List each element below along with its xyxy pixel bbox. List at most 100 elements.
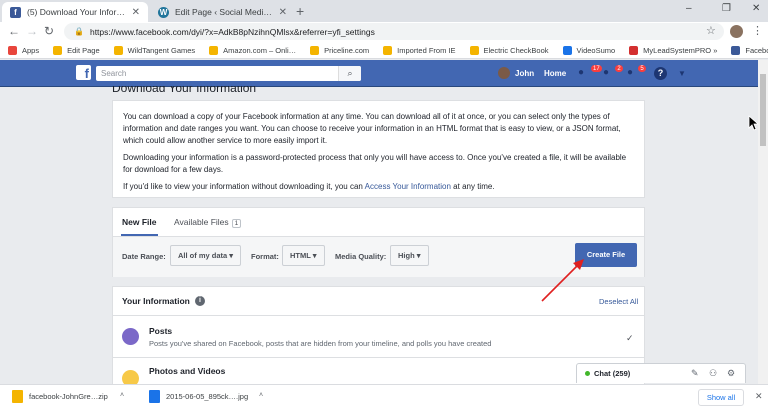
facebook-top-bar: f Search ⌕ John Home ● 17 ● 2 ● 5 ? ▼ xyxy=(0,60,758,87)
chat-label: Chat (259) xyxy=(594,369,631,378)
page-title-container: Download Your Information xyxy=(112,86,645,96)
account-menu-caret-icon[interactable]: ▼ xyxy=(678,69,686,78)
date-range-select[interactable]: All of my data ▾ xyxy=(170,245,242,266)
gear-icon[interactable]: ⚙ xyxy=(727,368,735,379)
bookmark-item[interactable]: WildTangent Games xyxy=(113,45,196,55)
page-icon xyxy=(310,45,320,55)
bookmark-item[interactable]: Priceline.com xyxy=(310,45,369,55)
profile-avatar[interactable] xyxy=(730,25,743,38)
home-link[interactable]: Home xyxy=(544,69,566,78)
bookmark-star-icon[interactable]: ☆ xyxy=(706,24,716,37)
bookmark-label: WildTangent Games xyxy=(127,45,196,55)
bookmark-label: Edit Page xyxy=(67,45,100,55)
close-tab-icon[interactable]: ✕ xyxy=(132,7,140,18)
address-bar[interactable]: 🔒 https://www.facebook.com/dyi/?x=AdkB8p… xyxy=(64,23,724,40)
your-information-title: Your Information xyxy=(122,296,190,306)
bookmark-item[interactable]: VideoSumo xyxy=(562,45,616,55)
category-name: Photos and Videos xyxy=(149,366,226,376)
bookmark-item[interactable]: Imported From IE xyxy=(383,45,456,55)
list-item-posts[interactable]: Posts Posts you've shared on Facebook, p… xyxy=(113,316,644,356)
tab-available-files[interactable]: Available Files 1 xyxy=(174,217,242,228)
browser-toolbar: ← → ↻ 🔒 https://www.facebook.com/dyi/?x=… xyxy=(0,22,768,42)
bookmark-label: MyLeadSystemPRO » xyxy=(643,45,718,55)
info-icon[interactable]: i xyxy=(195,296,205,306)
bookmark-label: VideoSumo xyxy=(576,45,616,55)
download-item-zip[interactable]: facebook-JohnGre…zip xyxy=(12,390,108,403)
red-arrow-annotation xyxy=(541,259,584,302)
group-icon[interactable]: ⚇ xyxy=(709,368,717,379)
intro-paragraph: Downloading your information is a passwo… xyxy=(123,153,627,174)
bookmark-item[interactable]: Edit Page xyxy=(53,45,100,55)
forward-button[interactable]: → xyxy=(26,24,38,38)
bookmark-item[interactable]: Facebook xyxy=(731,45,768,55)
notifications-badge: 5 xyxy=(637,64,647,73)
browser-tab-strip: f (5) Download Your Information ✕ W Edit… xyxy=(0,0,768,22)
messages-badge: 2 xyxy=(614,64,624,73)
scrollbar-thumb[interactable] xyxy=(760,74,766,146)
tab-edit-page[interactable]: W Edit Page ‹ Social Media Profits — ✕ xyxy=(150,2,295,22)
access-your-information-link[interactable]: Access Your Information xyxy=(365,182,451,191)
close-tab-icon[interactable]: ✕ xyxy=(279,7,287,18)
bookmark-label: Apps xyxy=(22,45,40,55)
download-options-caret-icon[interactable]: ˄ xyxy=(259,392,263,399)
chat-bar[interactable]: Chat (259) ✎ ⚇ ⚙ xyxy=(576,363,746,383)
tab-title: Edit Page ‹ Social Media Profits — xyxy=(175,7,273,17)
download-filename: 2015-06-05_895ck….jpg xyxy=(166,392,249,401)
bookmarks-bar: Apps Edit Page WildTangent Games Amazon.com… xyxy=(0,42,768,59)
bookmark-item[interactable]: MyLeadSystemPRO » xyxy=(629,45,718,55)
facebook-logo[interactable]: f xyxy=(76,65,91,81)
compose-icon[interactable]: ✎ xyxy=(691,368,699,379)
format-label: Format: xyxy=(251,252,279,261)
bookmark-label: Amazon.com – Onli… xyxy=(223,45,297,55)
download-options-caret-icon[interactable]: ˄ xyxy=(120,392,124,399)
posts-icon xyxy=(122,328,139,345)
help-icon[interactable]: ? xyxy=(654,67,667,80)
bookmark-item[interactable]: Amazon.com – Onli… xyxy=(209,45,297,55)
page-title: Download Your Information xyxy=(112,86,257,95)
page-icon xyxy=(209,45,219,55)
close-shelf-icon[interactable]: ✕ xyxy=(755,391,763,402)
new-tab-button[interactable]: + xyxy=(296,3,304,19)
image-file-icon xyxy=(149,390,160,403)
minimize-button[interactable]: – xyxy=(686,3,692,14)
zip-file-icon xyxy=(12,390,23,403)
deselect-all-link[interactable]: Deselect All xyxy=(599,297,638,306)
tab-new-file[interactable]: New File xyxy=(122,217,156,227)
maximize-button[interactable]: ❐ xyxy=(722,3,731,14)
lock-icon: 🔒 xyxy=(74,27,84,36)
apps-grid-icon xyxy=(8,45,17,55)
avatar[interactable] xyxy=(498,67,510,79)
reload-button[interactable]: ↻ xyxy=(44,24,54,38)
videosumo-icon xyxy=(562,45,572,55)
media-quality-select[interactable]: High ▾ xyxy=(390,245,429,266)
friend-requests-badge: 17 xyxy=(590,64,603,73)
format-select[interactable]: HTML ▾ xyxy=(282,245,325,266)
bookmark-label: Imported From IE xyxy=(397,45,456,55)
mouse-cursor-icon xyxy=(748,115,760,131)
bookmark-item[interactable]: Electric CheckBook xyxy=(469,45,549,55)
profile-link[interactable]: John xyxy=(515,69,534,78)
download-shelf: facebook-JohnGre…zip ˄ 2015-06-05_895ck…… xyxy=(0,384,768,409)
media-quality-label: Media Quality: xyxy=(335,252,387,261)
download-item-jpg[interactable]: 2015-06-05_895ck….jpg xyxy=(149,390,248,403)
back-button[interactable]: ← xyxy=(8,24,20,38)
category-description: Posts you've shared on Facebook, posts t… xyxy=(149,339,492,348)
page-icon xyxy=(469,45,479,55)
bookmark-label: Facebook xyxy=(745,45,768,55)
facebook-icon: f xyxy=(10,6,21,18)
folder-icon xyxy=(383,45,393,55)
tab-title: (5) Download Your Information xyxy=(27,7,126,17)
search-input[interactable]: Search xyxy=(96,66,361,81)
date-range-label: Date Range: xyxy=(122,252,166,261)
checkmark-icon[interactable]: ✓ xyxy=(626,333,634,344)
tab-download-information[interactable]: f (5) Download Your Information ✕ xyxy=(2,2,148,22)
search-icon[interactable]: ⌕ xyxy=(338,66,361,81)
online-dot-icon xyxy=(585,371,590,376)
close-window-button[interactable]: ✕ xyxy=(752,3,760,14)
bookmark-item[interactable]: Apps xyxy=(8,45,40,55)
show-all-button[interactable]: Show all xyxy=(698,389,744,406)
available-files-count: 1 xyxy=(231,219,242,228)
browser-menu-icon[interactable]: ⋮ xyxy=(752,24,763,37)
bookmark-label: Electric CheckBook xyxy=(483,45,549,55)
url-text: https://www.facebook.com/dyi/?x=AdkB8pNz… xyxy=(89,26,375,37)
